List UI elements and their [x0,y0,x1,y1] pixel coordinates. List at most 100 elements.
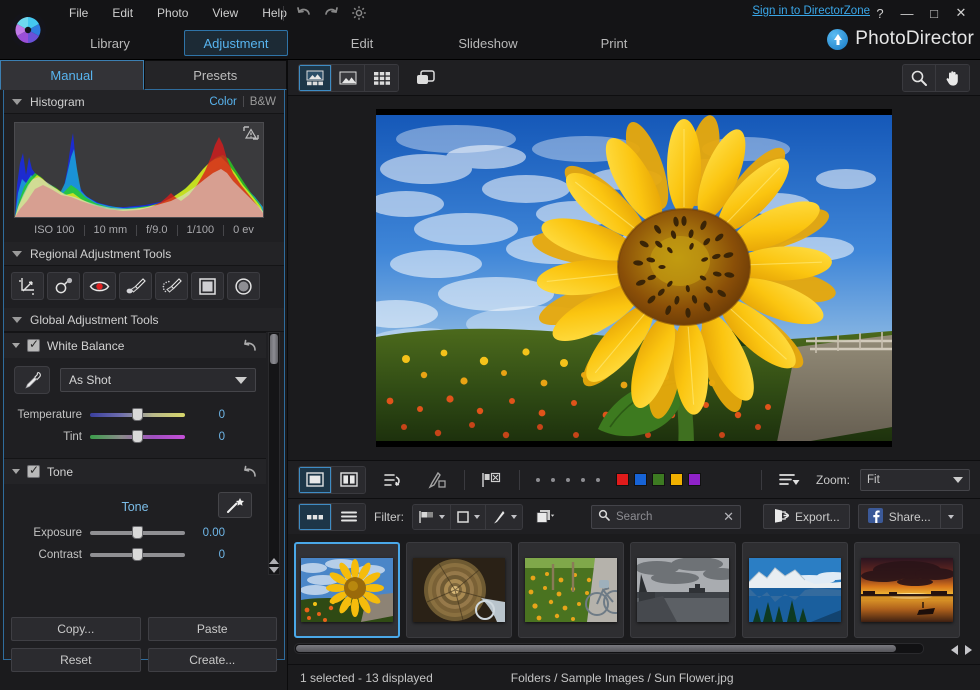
menu-item-photo[interactable]: Photo [146,2,199,24]
tone-checkbox[interactable] [27,463,40,478]
filmstrip[interactable] [288,534,980,658]
scroll-up-icon[interactable] [269,558,279,564]
slider-knob[interactable] [132,548,143,561]
label-yellow[interactable] [670,473,683,486]
list-view-icon[interactable] [332,503,365,530]
split-view-icon[interactable] [332,466,365,493]
gradient-mask-icon[interactable] [191,272,224,300]
rating-dot[interactable] [536,477,540,482]
eyedropper-icon[interactable] [14,366,50,394]
redo-icon[interactable] [322,4,340,22]
previous-page-icon[interactable] [951,645,958,655]
scroll-down-icon[interactable] [269,567,279,573]
thumbnail-sunset-harbor[interactable] [854,542,960,638]
view-grid-icon[interactable] [365,64,398,91]
histogram-mode-bw[interactable]: B&W [250,96,276,108]
zoom-magnifier-icon[interactable] [903,64,936,91]
rating-filter-dots[interactable] [530,477,606,482]
rating-dot[interactable] [566,477,570,482]
module-tab-adjustment[interactable]: Adjustment [184,30,288,56]
search-input[interactable]: Search ✕ [591,504,741,529]
menu-item-edit[interactable]: Edit [101,2,144,24]
thumbnail-bicycle-field[interactable] [518,542,624,638]
adjustment-selection-brush-icon[interactable] [155,272,188,300]
create-button[interactable]: Create... [147,648,277,672]
view-photo-with-filmstrip-icon[interactable] [299,64,332,91]
slider-track[interactable] [90,429,185,445]
clipping-warning-icon[interactable] [243,126,259,140]
thumbnail-sunflower[interactable] [294,542,400,638]
rating-dot[interactable] [581,477,585,482]
red-eye-removal-icon[interactable] [83,272,116,300]
adjustment-brush-icon[interactable] [119,272,152,300]
edit-tag-icon[interactable] [420,467,454,493]
rating-filter-icon[interactable] [451,504,486,529]
slider-track[interactable] [90,407,185,423]
crop-rotate-icon[interactable] [11,272,44,300]
flag-reject-icon[interactable] [475,467,509,493]
undo-icon[interactable] [294,4,312,22]
share-dropdown-button[interactable] [940,504,963,529]
reset-arrow-icon[interactable] [242,339,258,353]
reset-arrow-icon[interactable] [242,465,258,479]
rating-dot[interactable] [596,477,600,482]
slider-knob[interactable] [132,526,143,539]
menu-item-file[interactable]: File [58,2,99,24]
preferences-gear-icon[interactable] [350,4,368,22]
slider-temperature[interactable]: Temperature 0 [14,404,256,426]
reset-button[interactable]: Reset [11,648,141,672]
slider-exposure[interactable]: Exposure 0.00 [14,522,256,544]
slider-tint[interactable]: Tint 0 [14,426,256,448]
histogram-mode-color[interactable]: Color [209,96,236,108]
share-button[interactable]: Share... [857,504,941,529]
slider-contrast[interactable]: Contrast 0 [14,544,256,566]
slider-track[interactable] [90,547,185,563]
module-tab-edit[interactable]: Edit [310,30,414,56]
label-purple[interactable] [688,473,701,486]
copy-button[interactable]: Copy... [11,617,141,641]
global-tools-header[interactable]: Global Adjustment Tools [4,308,284,332]
pan-hand-icon[interactable] [936,64,969,91]
sign-in-link[interactable]: Sign in to DirectorZone [752,5,870,17]
left-panel-scrollbar[interactable] [268,332,280,575]
photo-sunflower[interactable] [376,109,892,447]
label-blue[interactable] [634,473,647,486]
auto-tone-wand-icon[interactable] [218,492,252,518]
close-button[interactable]: ✕ [948,2,974,24]
photo-viewer[interactable] [288,96,980,460]
radial-mask-icon[interactable] [227,272,260,300]
export-button[interactable]: Export... [763,504,850,529]
tab-presets[interactable]: Presets [143,60,287,90]
tab-manual[interactable]: Manual [0,60,144,90]
histogram-header[interactable]: Histogram Color B&W [4,90,284,114]
regional-tools-header[interactable]: Regional Adjustment Tools [4,242,284,266]
thumbnail-view-icon[interactable] [299,503,332,530]
compare-before-after-icon[interactable] [409,65,443,91]
view-photo-only-icon[interactable] [332,64,365,91]
label-green[interactable] [652,473,665,486]
thumbnail-bw-pier[interactable] [630,542,736,638]
label-red[interactable] [616,473,629,486]
stack-filter-icon[interactable] [531,504,561,530]
white-balance-checkbox[interactable] [27,337,40,352]
minimize-button[interactable]: — [894,2,920,24]
single-view-icon[interactable] [299,466,332,493]
search-clear-icon[interactable]: ✕ [723,509,734,525]
slider-knob[interactable] [132,430,143,443]
paste-button[interactable]: Paste [147,617,277,641]
blemish-removal-icon[interactable] [47,272,80,300]
thumbnail-mountain-lake[interactable] [742,542,848,638]
flag-filter-icon[interactable] [413,504,451,529]
module-tab-library[interactable]: Library [58,30,162,56]
white-balance-header[interactable]: White Balance [4,332,266,358]
menu-item-view[interactable]: View [201,2,249,24]
scrollbar-thumb[interactable] [296,645,896,652]
maximize-button[interactable]: □ [921,2,947,24]
slider-knob[interactable] [132,408,143,421]
sort-order-icon[interactable] [376,467,410,493]
white-balance-preset-select[interactable]: As Shot [60,368,256,392]
tone-header[interactable]: Tone [4,458,266,484]
thumbnail-spiral-staircase[interactable] [406,542,512,638]
zoom-select[interactable]: Fit [860,468,970,491]
next-page-icon[interactable] [965,645,972,655]
